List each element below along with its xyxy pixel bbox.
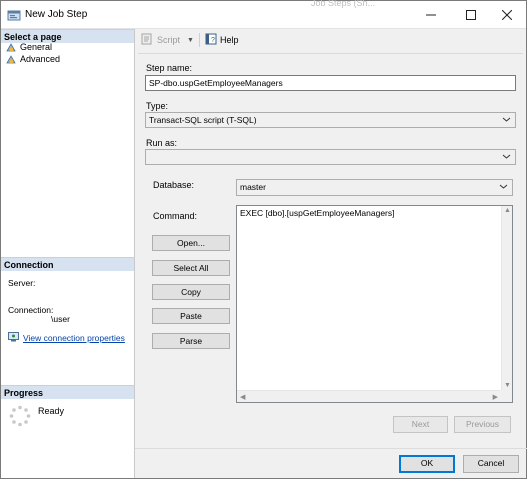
page-item-label: Advanced xyxy=(20,54,61,64)
footer-divider xyxy=(135,448,527,449)
command-textarea[interactable]: EXEC [dbo].[uspGetEmployeeManagers] ▲ ▼ … xyxy=(236,205,513,403)
scroll-right-icon[interactable]: ▶ xyxy=(493,393,498,401)
script-button[interactable]: Script ▼ xyxy=(141,33,194,47)
command-text: EXEC [dbo].[uspGetEmployeeManagers] xyxy=(240,208,395,218)
scroll-down-icon[interactable]: ▼ xyxy=(504,382,511,389)
script-label: Script xyxy=(157,35,181,45)
left-pane: Select a page General Advanced Connectio… xyxy=(1,29,135,478)
open-button[interactable]: Open... xyxy=(152,235,230,251)
connection-value: \user xyxy=(51,314,70,324)
page-item-general[interactable]: General xyxy=(6,41,52,53)
ok-button[interactable]: OK xyxy=(399,455,455,473)
database-select[interactable]: master xyxy=(236,179,513,196)
cancel-button[interactable]: Cancel xyxy=(463,455,519,473)
chevron-down-icon xyxy=(502,154,511,159)
toolbar-separator xyxy=(198,33,200,47)
script-icon xyxy=(141,33,154,47)
close-icon xyxy=(502,10,512,20)
paste-button[interactable]: Paste xyxy=(152,308,230,324)
minimize-icon xyxy=(426,14,436,16)
close-button[interactable] xyxy=(489,1,525,29)
chevron-down-icon[interactable]: ▼ xyxy=(187,37,194,44)
run-as-select[interactable] xyxy=(145,149,516,165)
toolbar-divider xyxy=(138,53,523,54)
select-all-button[interactable]: Select All xyxy=(152,260,230,276)
new-job-step-dialog: New Job Step Job Steps (Sh... Select a p… xyxy=(0,0,527,479)
connection-label: Connection: xyxy=(8,305,54,315)
page-icon xyxy=(6,42,17,53)
toolbar: Script ▼ ? Help xyxy=(141,32,238,48)
parse-button[interactable]: Parse xyxy=(152,333,230,349)
chevron-down-icon xyxy=(502,117,511,122)
help-icon: ? xyxy=(205,33,217,47)
view-connection-properties[interactable]: View connection properties xyxy=(8,332,125,344)
svg-text:?: ? xyxy=(211,37,215,44)
previous-button[interactable]: Previous xyxy=(454,416,511,433)
command-label: Command: xyxy=(153,211,198,221)
type-select-value: Transact-SQL script (T-SQL) xyxy=(149,115,257,125)
scroll-up-icon[interactable]: ▲ xyxy=(504,207,511,214)
page-item-advanced[interactable]: Advanced xyxy=(6,53,60,65)
connection-header: Connection xyxy=(1,257,134,271)
page-icon xyxy=(6,54,17,65)
view-connection-link[interactable]: View connection properties xyxy=(23,333,125,343)
database-select-value: master xyxy=(240,182,266,192)
copy-button[interactable]: Copy xyxy=(152,284,230,300)
background-window-title: Job Steps (Sh... xyxy=(311,0,376,8)
type-select[interactable]: Transact-SQL script (T-SQL) xyxy=(145,112,516,128)
step-name-label: Step name: xyxy=(146,63,193,73)
scrollbar-corner xyxy=(500,390,512,402)
page-item-label: General xyxy=(20,42,53,52)
progress-header: Progress xyxy=(1,385,134,399)
vertical-scrollbar[interactable]: ▲ ▼ xyxy=(501,206,512,390)
step-name-input[interactable]: SP-dbo.uspGetEmployeeManagers xyxy=(145,75,516,91)
progress-status: Ready xyxy=(38,406,65,416)
connection-icon xyxy=(8,332,19,344)
horizontal-scrollbar[interactable]: ◀ ▶ xyxy=(237,390,501,402)
help-label: Help xyxy=(219,35,239,45)
spinner-icon xyxy=(9,405,31,427)
server-label: Server: xyxy=(8,278,36,288)
next-button[interactable]: Next xyxy=(393,416,448,433)
type-label: Type: xyxy=(146,101,169,111)
database-label: Database: xyxy=(153,180,195,190)
run-as-label: Run as: xyxy=(146,138,178,148)
scroll-left-icon[interactable]: ◀ xyxy=(240,393,245,401)
window-title: New Job Step xyxy=(25,9,88,20)
chevron-down-icon xyxy=(499,184,508,189)
minimize-button[interactable] xyxy=(413,1,449,29)
app-icon xyxy=(7,8,21,22)
maximize-button[interactable] xyxy=(453,1,489,29)
title-bar[interactable]: New Job Step Job Steps (Sh... xyxy=(1,0,526,29)
help-button[interactable]: ? Help xyxy=(205,33,239,47)
maximize-icon xyxy=(466,10,476,20)
